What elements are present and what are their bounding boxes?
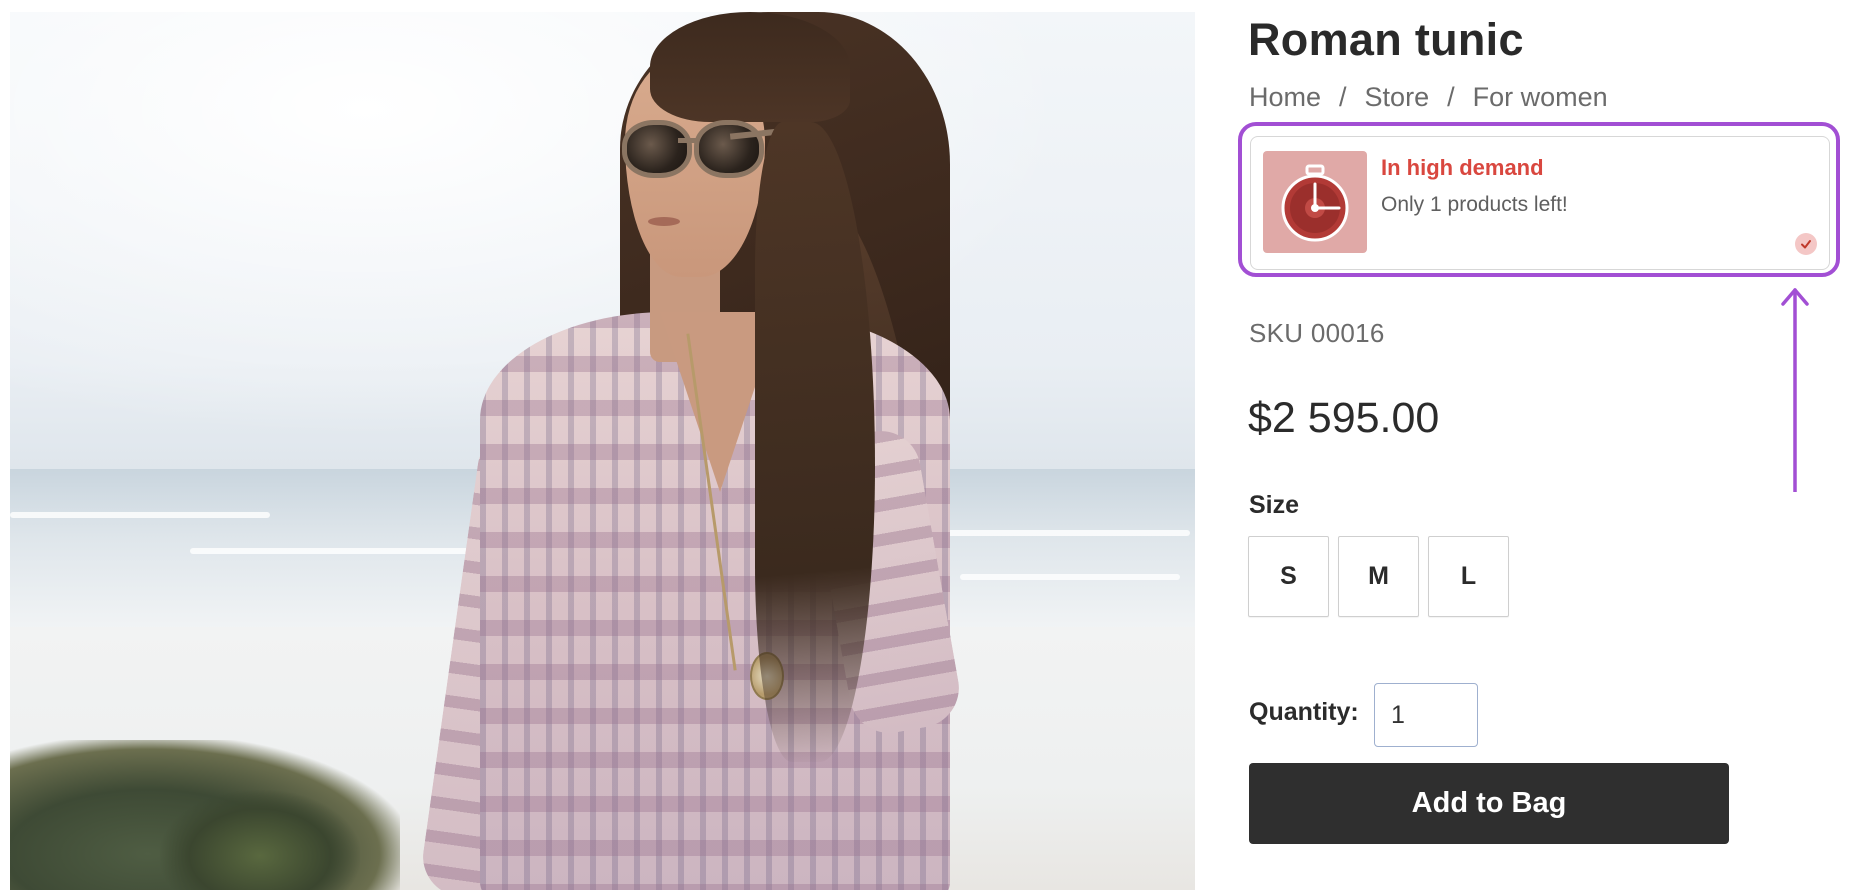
add-to-bag-button[interactable]: Add to Bag bbox=[1249, 763, 1729, 844]
wave bbox=[910, 530, 1190, 537]
bush bbox=[160, 790, 360, 890]
product-sku: SKU 00016 bbox=[1249, 318, 1385, 348]
breadcrumb-separator: / bbox=[1339, 82, 1347, 112]
size-label: Size bbox=[1249, 491, 1300, 519]
demand-message: Only 1 products left! bbox=[1381, 193, 1568, 216]
arrow-up-icon bbox=[1781, 288, 1809, 492]
breadcrumb-for-women[interactable]: For women bbox=[1473, 82, 1608, 113]
breadcrumb: Home / Store / For women bbox=[1249, 82, 1608, 113]
size-m-button[interactable]: M bbox=[1338, 536, 1419, 617]
breadcrumb-separator: / bbox=[1447, 82, 1455, 112]
model-hair bbox=[650, 12, 850, 122]
demand-title: In high demand bbox=[1381, 155, 1544, 180]
breadcrumb-store[interactable]: Store bbox=[1365, 82, 1430, 113]
quantity-input[interactable] bbox=[1374, 683, 1478, 747]
breadcrumb-home[interactable]: Home bbox=[1249, 82, 1321, 113]
high-demand-card: In high demand Only 1 products left! bbox=[1250, 136, 1830, 270]
wave bbox=[960, 573, 1180, 580]
sunglasses-icon bbox=[622, 120, 692, 178]
model-lips bbox=[648, 217, 680, 226]
wave bbox=[10, 512, 270, 519]
wave bbox=[190, 547, 510, 554]
quantity-label: Quantity: bbox=[1249, 698, 1359, 726]
product-price: $2 595.00 bbox=[1248, 394, 1440, 442]
size-s-button[interactable]: S bbox=[1248, 536, 1329, 617]
size-options: S M L bbox=[1248, 536, 1509, 617]
sunglasses-icon bbox=[694, 120, 764, 178]
check-icon bbox=[1795, 233, 1817, 255]
product-image bbox=[10, 12, 1195, 890]
sunglasses-bridge bbox=[678, 138, 698, 143]
size-l-button[interactable]: L bbox=[1428, 536, 1509, 617]
stopwatch-icon bbox=[1281, 164, 1349, 242]
product-title: Roman tunic bbox=[1248, 14, 1524, 65]
demand-thumbnail bbox=[1263, 151, 1367, 253]
